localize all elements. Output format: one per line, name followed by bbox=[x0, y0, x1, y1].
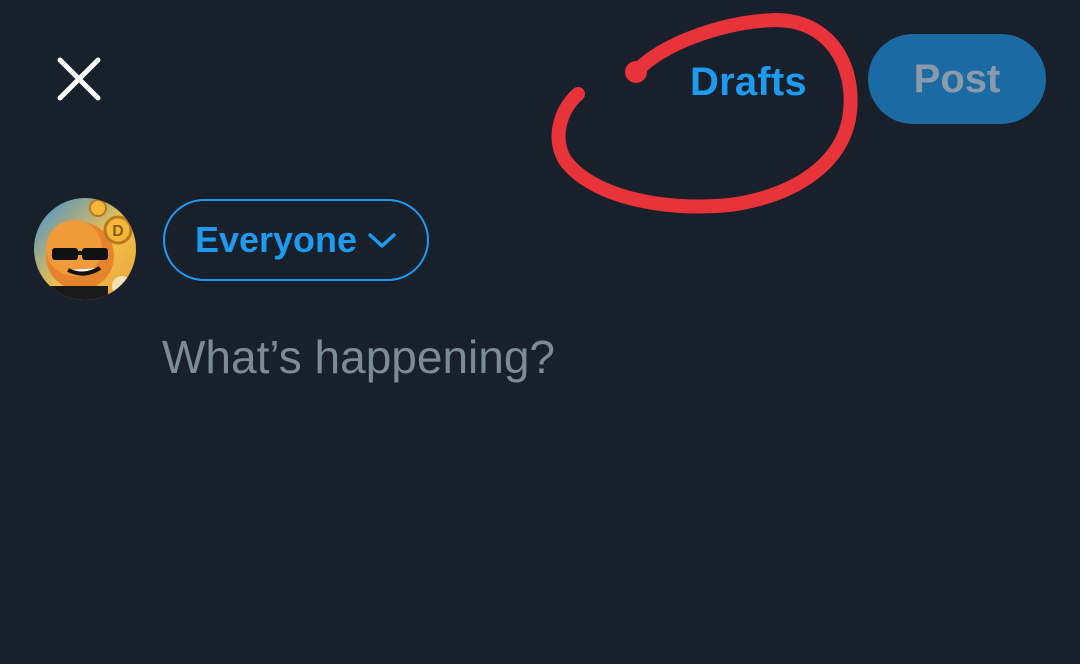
close-button[interactable] bbox=[50, 50, 108, 108]
chevron-down-icon bbox=[367, 230, 397, 250]
svg-text:D: D bbox=[112, 223, 124, 240]
avatar[interactable]: D bbox=[34, 198, 136, 300]
close-icon bbox=[57, 57, 101, 101]
post-button[interactable]: Post bbox=[868, 34, 1046, 124]
compose-input[interactable] bbox=[162, 322, 1022, 392]
drafts-button[interactable]: Drafts bbox=[690, 56, 807, 108]
audience-label: Everyone bbox=[194, 219, 358, 260]
audience-selector[interactable]: Everyone bbox=[163, 199, 429, 281]
compose-header: Drafts Post bbox=[0, 0, 1080, 160]
avatar-image: D bbox=[34, 198, 136, 300]
